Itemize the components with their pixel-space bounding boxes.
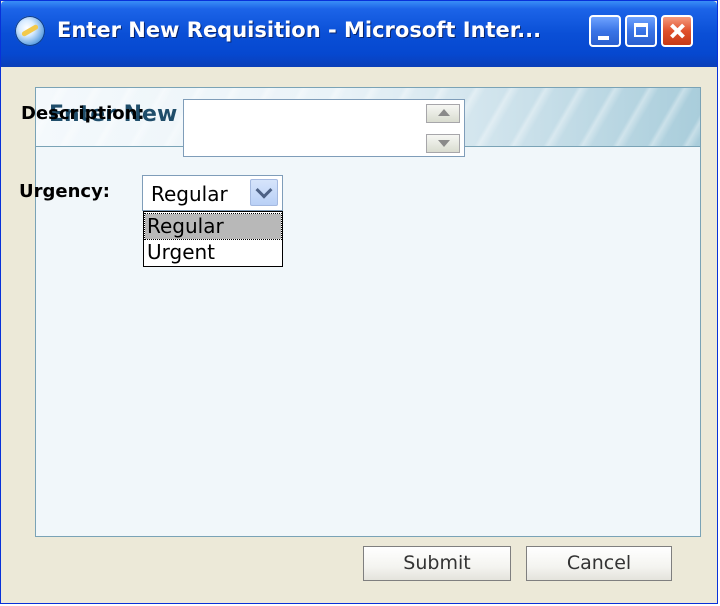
maximize-button[interactable] bbox=[625, 15, 657, 47]
cancel-button[interactable]: Cancel bbox=[526, 546, 672, 581]
minimize-button[interactable] bbox=[589, 15, 621, 47]
description-label: Description: bbox=[21, 103, 145, 124]
window-title: Enter New Requisition - Microsoft Inter.… bbox=[57, 18, 542, 42]
urgency-selected-value: Regular bbox=[151, 182, 228, 206]
urgency-option-regular[interactable]: Regular bbox=[144, 213, 282, 240]
scroll-up-arrow-icon[interactable] bbox=[426, 104, 460, 123]
dropdown-arrow-icon[interactable] bbox=[250, 179, 278, 206]
description-textarea[interactable] bbox=[183, 99, 465, 157]
urgency-options-list: Regular Urgent bbox=[143, 211, 283, 267]
internet-explorer-icon bbox=[15, 16, 45, 46]
urgency-select[interactable]: Regular bbox=[142, 175, 283, 211]
title-bar[interactable]: Enter New Requisition - Microsoft Inter.… bbox=[1, 1, 717, 67]
browser-window: Enter New Requisition - Microsoft Inter.… bbox=[0, 0, 718, 604]
submit-button[interactable]: Submit bbox=[363, 546, 511, 581]
urgency-label: Urgency: bbox=[19, 181, 111, 202]
urgency-option-urgent[interactable]: Urgent bbox=[145, 240, 281, 265]
close-button[interactable] bbox=[661, 15, 693, 47]
scroll-down-arrow-icon[interactable] bbox=[426, 134, 460, 153]
